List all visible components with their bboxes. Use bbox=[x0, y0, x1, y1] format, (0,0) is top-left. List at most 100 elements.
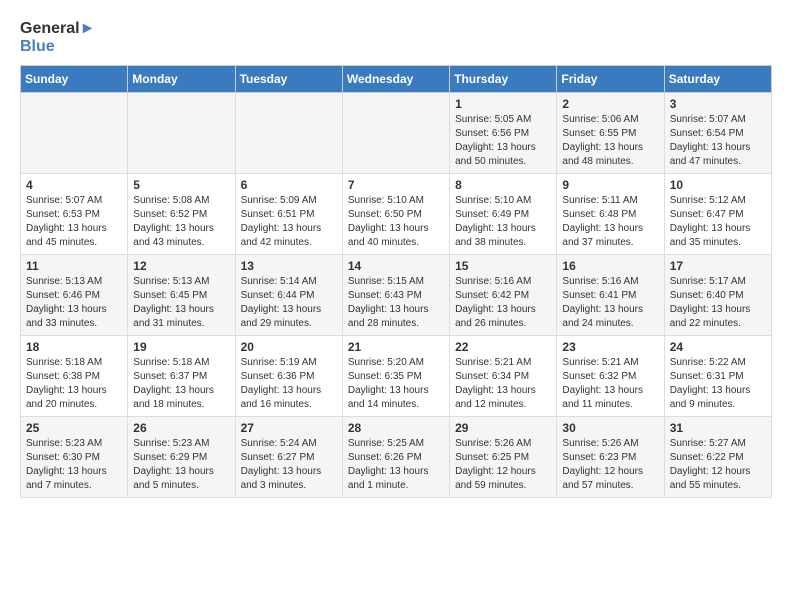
day-number: 7 bbox=[348, 178, 444, 192]
day-number: 4 bbox=[26, 178, 122, 192]
calendar-cell: 25 Sunrise: 5:23 AM Sunset: 6:30 PM Dayli… bbox=[21, 417, 128, 498]
calendar-cell bbox=[128, 93, 235, 174]
calendar-cell: 31Sunrise: 5:27 AM Sunset: 6:22 PM Dayli… bbox=[664, 417, 771, 498]
day-info: Sunrise: 5:11 AM Sunset: 6:48 PM Dayligh… bbox=[562, 194, 658, 250]
day-info: Sunrise: 5:23 AM Sunset: 6:29 PM Dayligh… bbox=[133, 437, 229, 493]
day-info: Sunrise: 5:25 AM Sunset: 6:26 PM Dayligh… bbox=[348, 437, 444, 493]
day-number: 6 bbox=[241, 178, 337, 192]
day-number: 21 bbox=[348, 340, 444, 354]
header-row: SundayMondayTuesdayWednesdayThursdayFrid… bbox=[21, 66, 772, 93]
calendar-cell: 9 Sunrise: 5:11 AM Sunset: 6:48 PM Daylig… bbox=[557, 174, 664, 255]
calendar-cell: 11 Sunrise: 5:13 AM Sunset: 6:46 PM Dayli… bbox=[21, 255, 128, 336]
weekday-header: Friday bbox=[557, 66, 664, 93]
calendar-cell: 30 Sunrise: 5:26 AM Sunset: 6:23 PM Dayli… bbox=[557, 417, 664, 498]
day-number: 15 bbox=[455, 259, 551, 273]
day-number: 27 bbox=[241, 421, 337, 435]
day-number: 9 bbox=[562, 178, 658, 192]
day-number: 3 bbox=[670, 97, 766, 111]
calendar-cell: 24 Sunrise: 5:22 AM Sunset: 6:31 PM Dayli… bbox=[664, 336, 771, 417]
day-number: 12 bbox=[133, 259, 229, 273]
day-number: 17 bbox=[670, 259, 766, 273]
weekday-header: Thursday bbox=[450, 66, 557, 93]
day-number: 11 bbox=[26, 259, 122, 273]
day-number: 13 bbox=[241, 259, 337, 273]
day-info: Sunrise: 5:26 AM Sunset: 6:25 PM Dayligh… bbox=[455, 437, 551, 493]
day-number: 10 bbox=[670, 178, 766, 192]
page-header: General► Blue bbox=[20, 20, 772, 55]
day-info: Sunrise: 5:23 AM Sunset: 6:30 PM Dayligh… bbox=[26, 437, 122, 493]
calendar-cell: 22Sunrise: 5:21 AM Sunset: 6:34 PM Dayli… bbox=[450, 336, 557, 417]
calendar-week-row: 18 Sunrise: 5:18 AM Sunset: 6:38 PM Dayli… bbox=[21, 336, 772, 417]
calendar-cell: 2 Sunrise: 5:06 AM Sunset: 6:55 PM Daylig… bbox=[557, 93, 664, 174]
calendar-cell: 15 Sunrise: 5:16 AM Sunset: 6:42 PM Dayli… bbox=[450, 255, 557, 336]
day-info: Sunrise: 5:06 AM Sunset: 6:55 PM Dayligh… bbox=[562, 113, 658, 169]
calendar-cell: 4 Sunrise: 5:07 AM Sunset: 6:53 PM Daylig… bbox=[21, 174, 128, 255]
day-number: 16 bbox=[562, 259, 658, 273]
day-number: 24 bbox=[670, 340, 766, 354]
day-number: 23 bbox=[562, 340, 658, 354]
calendar-cell: 10 Sunrise: 5:12 AM Sunset: 6:47 PM Dayli… bbox=[664, 174, 771, 255]
day-info: Sunrise: 5:22 AM Sunset: 6:31 PM Dayligh… bbox=[670, 356, 766, 412]
calendar-week-row: 4 Sunrise: 5:07 AM Sunset: 6:53 PM Daylig… bbox=[21, 174, 772, 255]
day-info: Sunrise: 5:07 AM Sunset: 6:53 PM Dayligh… bbox=[26, 194, 122, 250]
day-info: Sunrise: 5:10 AM Sunset: 6:49 PM Dayligh… bbox=[455, 194, 551, 250]
weekday-header: Sunday bbox=[21, 66, 128, 93]
calendar-header: SundayMondayTuesdayWednesdayThursdayFrid… bbox=[21, 66, 772, 93]
weekday-header: Tuesday bbox=[235, 66, 342, 93]
day-info: Sunrise: 5:09 AM Sunset: 6:51 PM Dayligh… bbox=[241, 194, 337, 250]
day-info: Sunrise: 5:08 AM Sunset: 6:52 PM Dayligh… bbox=[133, 194, 229, 250]
day-info: Sunrise: 5:19 AM Sunset: 6:36 PM Dayligh… bbox=[241, 356, 337, 412]
day-info: Sunrise: 5:18 AM Sunset: 6:38 PM Dayligh… bbox=[26, 356, 122, 412]
calendar-cell: 7 Sunrise: 5:10 AM Sunset: 6:50 PM Daylig… bbox=[342, 174, 449, 255]
day-info: Sunrise: 5:21 AM Sunset: 6:32 PM Dayligh… bbox=[562, 356, 658, 412]
day-number: 28 bbox=[348, 421, 444, 435]
calendar-cell: 14 Sunrise: 5:15 AM Sunset: 6:43 PM Dayli… bbox=[342, 255, 449, 336]
calendar-cell: 17Sunrise: 5:17 AM Sunset: 6:40 PM Dayli… bbox=[664, 255, 771, 336]
day-info: Sunrise: 5:12 AM Sunset: 6:47 PM Dayligh… bbox=[670, 194, 766, 250]
day-info: Sunrise: 5:20 AM Sunset: 6:35 PM Dayligh… bbox=[348, 356, 444, 412]
day-info: Sunrise: 5:16 AM Sunset: 6:41 PM Dayligh… bbox=[562, 275, 658, 331]
day-number: 1 bbox=[455, 97, 551, 111]
calendar-cell: 20Sunrise: 5:19 AM Sunset: 6:36 PM Dayli… bbox=[235, 336, 342, 417]
day-number: 2 bbox=[562, 97, 658, 111]
calendar-cell: 1 Sunrise: 5:05 AM Sunset: 6:56 PM Daylig… bbox=[450, 93, 557, 174]
calendar-cell: 26 Sunrise: 5:23 AM Sunset: 6:29 PM Dayli… bbox=[128, 417, 235, 498]
calendar-cell: 6 Sunrise: 5:09 AM Sunset: 6:51 PM Daylig… bbox=[235, 174, 342, 255]
day-number: 26 bbox=[133, 421, 229, 435]
day-info: Sunrise: 5:24 AM Sunset: 6:27 PM Dayligh… bbox=[241, 437, 337, 493]
day-number: 25 bbox=[26, 421, 122, 435]
day-info: Sunrise: 5:26 AM Sunset: 6:23 PM Dayligh… bbox=[562, 437, 658, 493]
day-info: Sunrise: 5:16 AM Sunset: 6:42 PM Dayligh… bbox=[455, 275, 551, 331]
calendar-cell: 12 Sunrise: 5:13 AM Sunset: 6:45 PM Dayli… bbox=[128, 255, 235, 336]
day-info: Sunrise: 5:13 AM Sunset: 6:45 PM Dayligh… bbox=[133, 275, 229, 331]
day-info: Sunrise: 5:10 AM Sunset: 6:50 PM Dayligh… bbox=[348, 194, 444, 250]
day-info: Sunrise: 5:21 AM Sunset: 6:34 PM Dayligh… bbox=[455, 356, 551, 412]
day-info: Sunrise: 5:15 AM Sunset: 6:43 PM Dayligh… bbox=[348, 275, 444, 331]
calendar-cell: 16 Sunrise: 5:16 AM Sunset: 6:41 PM Dayli… bbox=[557, 255, 664, 336]
day-number: 8 bbox=[455, 178, 551, 192]
calendar-cell: 21 Sunrise: 5:20 AM Sunset: 6:35 PM Dayli… bbox=[342, 336, 449, 417]
day-info: Sunrise: 5:05 AM Sunset: 6:56 PM Dayligh… bbox=[455, 113, 551, 169]
calendar-cell bbox=[342, 93, 449, 174]
day-number: 14 bbox=[348, 259, 444, 273]
calendar-cell: 8 Sunrise: 5:10 AM Sunset: 6:49 PM Daylig… bbox=[450, 174, 557, 255]
calendar-cell: 28 Sunrise: 5:25 AM Sunset: 6:26 PM Dayli… bbox=[342, 417, 449, 498]
calendar-cell: 23 Sunrise: 5:21 AM Sunset: 6:32 PM Dayli… bbox=[557, 336, 664, 417]
calendar-cell: 5 Sunrise: 5:08 AM Sunset: 6:52 PM Daylig… bbox=[128, 174, 235, 255]
day-number: 5 bbox=[133, 178, 229, 192]
day-number: 19 bbox=[133, 340, 229, 354]
calendar-cell bbox=[21, 93, 128, 174]
day-number: 18 bbox=[26, 340, 122, 354]
day-info: Sunrise: 5:18 AM Sunset: 6:37 PM Dayligh… bbox=[133, 356, 229, 412]
calendar-week-row: 25 Sunrise: 5:23 AM Sunset: 6:30 PM Dayli… bbox=[21, 417, 772, 498]
calendar-cell: 29 Sunrise: 5:26 AM Sunset: 6:25 PM Dayli… bbox=[450, 417, 557, 498]
day-number: 30 bbox=[562, 421, 658, 435]
weekday-header: Saturday bbox=[664, 66, 771, 93]
calendar-cell: 3Sunrise: 5:07 AM Sunset: 6:54 PM Daylig… bbox=[664, 93, 771, 174]
day-info: Sunrise: 5:13 AM Sunset: 6:46 PM Dayligh… bbox=[26, 275, 122, 331]
calendar-week-row: 11 Sunrise: 5:13 AM Sunset: 6:46 PM Dayli… bbox=[21, 255, 772, 336]
calendar-cell: 27 Sunrise: 5:24 AM Sunset: 6:27 PM Dayli… bbox=[235, 417, 342, 498]
day-number: 31 bbox=[670, 421, 766, 435]
day-number: 29 bbox=[455, 421, 551, 435]
day-info: Sunrise: 5:14 AM Sunset: 6:44 PM Dayligh… bbox=[241, 275, 337, 331]
